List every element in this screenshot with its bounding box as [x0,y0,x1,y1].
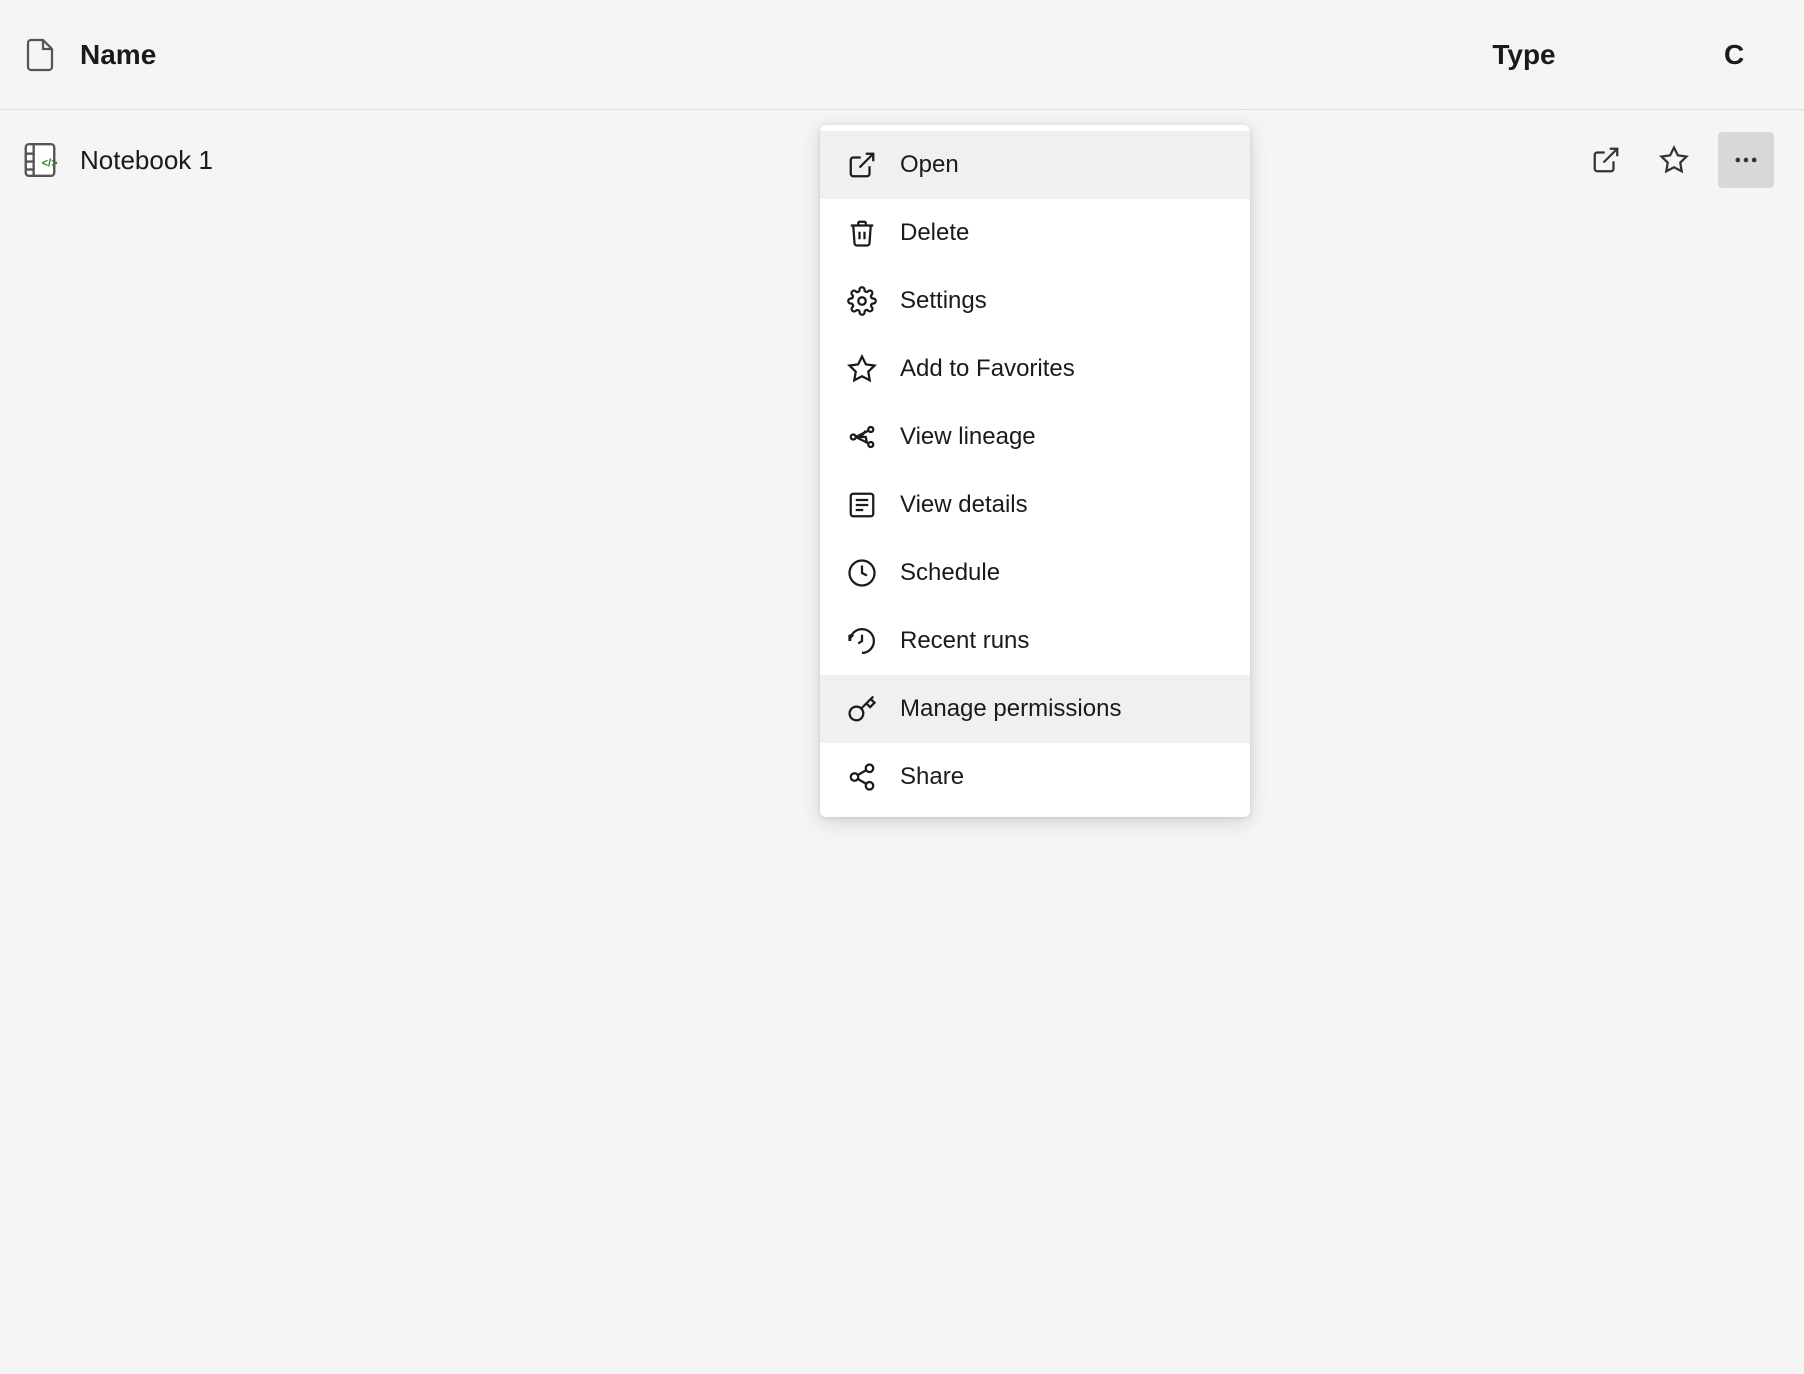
header-extra-col: C [1724,39,1784,71]
recent-icon [844,623,880,659]
details-icon [844,487,880,523]
header-name-col: Name [80,39,1324,71]
clock-icon [844,555,880,591]
menu-add-favorites-label: Add to Favorites [900,355,1075,383]
menu-settings-label: Settings [900,287,987,315]
favorite-row-button[interactable] [1650,136,1698,184]
more-options-button[interactable] [1718,132,1774,188]
menu-item-manage-permissions[interactable]: Manage permissions [820,675,1250,743]
menu-item-delete[interactable]: Delete [820,199,1250,267]
menu-schedule-label: Schedule [900,559,1000,587]
trash-icon [844,215,880,251]
gear-icon [844,283,880,319]
open-external-icon [844,147,880,183]
key-icon [844,691,880,727]
share-icon [844,759,880,795]
menu-open-label: Open [900,151,959,179]
star-icon [844,351,880,387]
menu-item-share[interactable]: Share [820,743,1250,811]
menu-item-schedule[interactable]: Schedule [820,539,1250,607]
menu-item-open[interactable]: Open [820,131,1250,199]
menu-lineage-label: View lineage [900,423,1036,451]
menu-item-settings[interactable]: Settings [820,267,1250,335]
notebook-icon: </> [20,140,60,180]
table-header: Name Type C [0,0,1804,110]
menu-item-recent-runs[interactable]: Recent runs [820,607,1250,675]
row-actions [1582,132,1774,188]
menu-item-add-to-favorites[interactable]: Add to Favorites [820,335,1250,403]
menu-item-view-lineage[interactable]: View lineage [820,403,1250,471]
context-menu: Open Delete Settings [820,125,1250,817]
menu-share-label: Share [900,763,964,791]
svg-text:</>: </> [42,157,59,169]
menu-details-label: View details [900,491,1028,519]
menu-delete-label: Delete [900,219,969,247]
header-doc-icon [20,35,60,75]
lineage-icon [844,419,880,455]
menu-permissions-label: Manage permissions [900,695,1121,723]
share-row-button[interactable] [1582,136,1630,184]
header-type-col: Type [1324,39,1724,71]
menu-recent-runs-label: Recent runs [900,627,1029,655]
menu-item-view-details[interactable]: View details [820,471,1250,539]
